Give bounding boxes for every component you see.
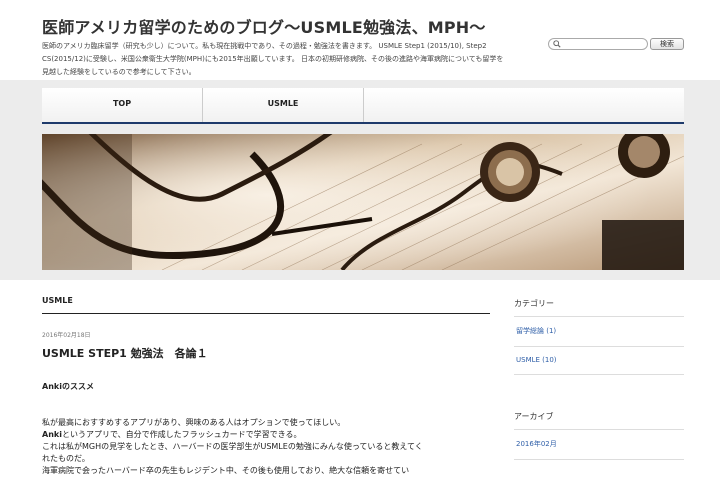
category-link-usmle[interactable]: USMLE (10)	[514, 347, 684, 375]
search-button[interactable]: 検索	[650, 38, 684, 50]
post-paragraph: Ankiというアプリで、自分で作成したフラッシュカードで学習できる。	[42, 429, 490, 441]
search-input[interactable]	[548, 38, 648, 50]
archive-link-2016-02[interactable]: 2016年02月	[514, 430, 684, 460]
search-icon	[553, 40, 561, 48]
nav-item-usmle[interactable]: USMLE	[203, 88, 364, 122]
site-description: 医師のアメリカ臨床留学（研究も少し）について。私も現在挑戦中であり、その過程・勉…	[42, 42, 504, 76]
post-text: というアプリで、自分で作成したフラッシュカードで学習できる。	[61, 430, 302, 439]
post-body: Ankiのススメ 私が最高におすすめするアプリがあり、興味のある人はオプションで…	[42, 381, 490, 477]
category-link-ryugaku[interactable]: 留学総論 (1)	[514, 317, 684, 347]
post-paragraph: れたものだ。	[42, 454, 90, 463]
header-image-stethoscope	[42, 134, 684, 270]
post-date: 2016年02月18日	[42, 332, 91, 339]
category-breadcrumb[interactable]: USMLE	[42, 296, 490, 314]
post-paragraph: 私が最高におすすめするアプリがあり、興味のある人はオプションで使ってほしい。	[42, 418, 346, 427]
categories-heading: カテゴリー	[514, 298, 684, 317]
anki-term: Anki	[42, 430, 62, 439]
post-paragraph: 海軍病院で会ったハーバード卒の先生もレジデント中、その後も使用しており、絶大な信…	[42, 466, 410, 475]
global-nav: TOP USMLE	[42, 88, 684, 124]
archive-heading: アーカイブ	[514, 411, 684, 430]
post-paragraph: これは私がMGHの見学をしたとき、ハーバードの医学部生がUSMLEの勉強にみんな…	[42, 442, 423, 451]
site-title[interactable]: 医師アメリカ留学のためのブログ〜USMLE勉強法、MPH〜	[42, 14, 486, 38]
nav-item-top[interactable]: TOP	[42, 88, 203, 122]
post-title[interactable]: USMLE STEP1 勉強法 各論１	[42, 345, 490, 361]
main-content: USMLE 2016年02月18日 USMLE STEP1 勉強法 各論１ An…	[42, 296, 490, 477]
post-subheading: Ankiのススメ	[42, 382, 94, 391]
sidebar: カテゴリー 留学総論 (1) USMLE (10) アーカイブ 2016年02月	[514, 298, 684, 460]
